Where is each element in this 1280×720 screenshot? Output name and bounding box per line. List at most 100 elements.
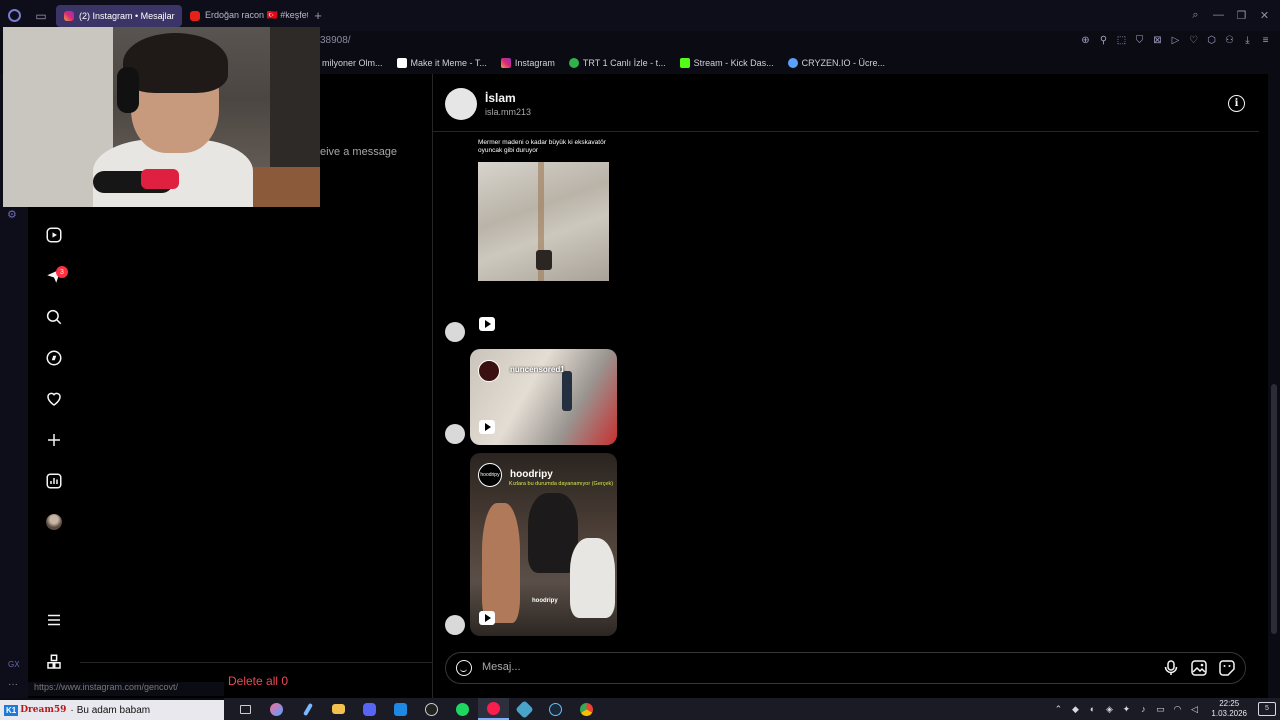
apps-icon [47, 654, 61, 669]
opera-gx-icon[interactable] [478, 698, 509, 720]
shield-icon[interactable]: ⛉ [1133, 34, 1146, 47]
tray-app-icon[interactable]: ◆ [1069, 704, 1081, 715]
bookmark-item[interactable]: Stream - Kick Das... [679, 58, 774, 68]
bookmark-item[interactable]: TRT 1 Canlı İzle - t... [568, 58, 666, 68]
heart-icon [47, 392, 61, 406]
close-small-icon[interactable]: ⊠ [1151, 34, 1164, 47]
chat-header: İslam isla.mm213 i [433, 74, 1259, 132]
obs-icon[interactable] [416, 698, 447, 720]
steam-icon[interactable] [540, 698, 571, 720]
address-url[interactable]: 38908/ [320, 35, 351, 46]
image-icon[interactable] [1191, 660, 1207, 676]
tab-instagram[interactable]: (2) Instagram • Mesajlar [56, 4, 182, 27]
network-icon[interactable]: ▭ [1154, 704, 1166, 715]
profile-icon[interactable]: ⚇ [1223, 34, 1236, 47]
dashboard-nav-button[interactable] [43, 470, 65, 492]
copilot-icon[interactable] [261, 698, 292, 720]
bookmark-item[interactable]: Make it Meme - T... [396, 58, 487, 68]
more-nav-button[interactable] [43, 609, 65, 631]
spotify-icon[interactable] [447, 698, 478, 720]
search-nav-button[interactable] [43, 306, 65, 328]
heart-icon[interactable]: ♡ [1187, 34, 1200, 47]
close-icon[interactable]: ✕ [1255, 9, 1274, 22]
app-icon[interactable] [509, 698, 540, 720]
system-tray: ⌃ ◆ ◐ ◈ ✦ ♪ ▭ ◠ ◁ 22:25 1.03.2026 5 [1052, 699, 1280, 719]
tab-youtube[interactable]: Erdoğan racon 🇹🇷 #keşfet [182, 5, 308, 27]
gx-label: GX [8, 660, 20, 669]
file-explorer-icon[interactable] [323, 698, 354, 720]
new-tab-button[interactable]: + [308, 8, 328, 23]
search-icon[interactable]: ⌕ [1186, 9, 1205, 22]
message-input[interactable] [482, 661, 1122, 673]
avatar [445, 424, 465, 444]
reel-message[interactable]: hoodripy hoodripy Kızlara bu durumda day… [470, 453, 617, 636]
reels-icon [46, 227, 62, 243]
compass-icon [46, 350, 62, 366]
date: 1.03.2026 [1211, 709, 1247, 718]
volume-icon[interactable]: ◁ [1188, 704, 1200, 715]
pen-icon[interactable] [292, 698, 323, 720]
chat-name[interactable]: İslam [485, 91, 516, 105]
extensions-icon[interactable]: ⬡ [1205, 34, 1218, 47]
play-icon[interactable] [479, 317, 495, 331]
message-composer [445, 652, 1246, 684]
time: 22:25 [1219, 699, 1240, 708]
hamburger-icon [48, 614, 60, 626]
play-icon[interactable] [479, 420, 495, 434]
microphone-icon[interactable] [1163, 660, 1179, 676]
download-icon[interactable]: ⤓ [1241, 34, 1254, 47]
info-icon[interactable]: i [1228, 95, 1245, 112]
kick-icon [679, 58, 690, 68]
settings-icon[interactable]: ⚙ [7, 208, 19, 221]
task-view-icon[interactable] [230, 698, 261, 720]
tray-app-icon[interactable]: ✦ [1120, 704, 1132, 715]
minimize-icon[interactable]: — [1209, 9, 1228, 22]
player-icon[interactable]: ▷ [1169, 34, 1182, 47]
also-from-meta-button[interactable] [43, 651, 65, 673]
reel-message[interactable]: nuncensored1 [470, 349, 617, 445]
tray-app-icon[interactable]: ◈ [1103, 704, 1115, 715]
instagram-icon [500, 58, 511, 68]
wifi-icon[interactable]: ◠ [1171, 704, 1183, 715]
reel-thumbnail [482, 503, 520, 623]
reel-thumbnail [478, 162, 609, 281]
clock[interactable]: 22:25 1.03.2026 [1211, 699, 1247, 719]
notifications-nav-button[interactable] [43, 388, 65, 410]
reel-message[interactable]: Mermer madeni o kadar büyük ki ekskavatö… [470, 132, 617, 340]
mic-tray-icon[interactable]: ♪ [1137, 704, 1149, 714]
chevron-up-icon[interactable]: ⌃ [1052, 704, 1064, 715]
more-icon[interactable]: ··· [8, 679, 18, 690]
chat-username: isla.mm213 [485, 107, 532, 117]
reels-nav-button[interactable] [43, 224, 65, 246]
reel-subtitle: Kızlara bu durumda dayanamıyor (Gerçek) [508, 481, 614, 487]
pin-icon[interactable]: ⚲ [1097, 34, 1110, 47]
bookmark-label: TRT 1 Canlı İzle - t... [582, 58, 666, 68]
chrome-icon[interactable] [571, 698, 602, 720]
address-tools: ⊕ ⚲ ⬚ ⛉ ⊠ ▷ ♡ ⬡ ⚇ ⤓ ≡ [1079, 34, 1272, 47]
avatar [46, 514, 62, 530]
zoom-icon[interactable]: ⊕ [1079, 34, 1092, 47]
explore-nav-button[interactable] [43, 347, 65, 369]
sticker-icon[interactable] [1219, 660, 1235, 676]
reel-thumbnail [562, 371, 572, 411]
mail-icon[interactable] [385, 698, 416, 720]
plus-icon [48, 434, 60, 446]
scrollbar-thumb[interactable] [1271, 384, 1277, 634]
delete-all-button[interactable]: Delete all 0 [228, 674, 288, 688]
account-logo [478, 360, 500, 382]
discord-icon[interactable] [354, 698, 385, 720]
tray-app-icon[interactable]: ◐ [1086, 704, 1098, 714]
create-nav-button[interactable] [43, 429, 65, 451]
profile-nav-button[interactable] [43, 511, 65, 533]
bookmark-item[interactable]: milyoner Olm... [322, 58, 383, 68]
scrollbar[interactable] [1268, 74, 1280, 698]
avatar[interactable] [445, 88, 477, 120]
emoji-icon[interactable] [456, 660, 472, 676]
play-icon[interactable] [479, 611, 495, 625]
snapshot-icon[interactable]: ⬚ [1115, 34, 1128, 47]
menu-icon[interactable]: ≡ [1259, 34, 1272, 47]
notification-center-icon[interactable]: 5 [1258, 702, 1276, 716]
bookmark-item[interactable]: Instagram [500, 58, 555, 68]
maximize-icon[interactable]: ❐ [1232, 9, 1251, 22]
bookmark-item[interactable]: CRYZEN.IO - Ücre... [787, 58, 885, 68]
